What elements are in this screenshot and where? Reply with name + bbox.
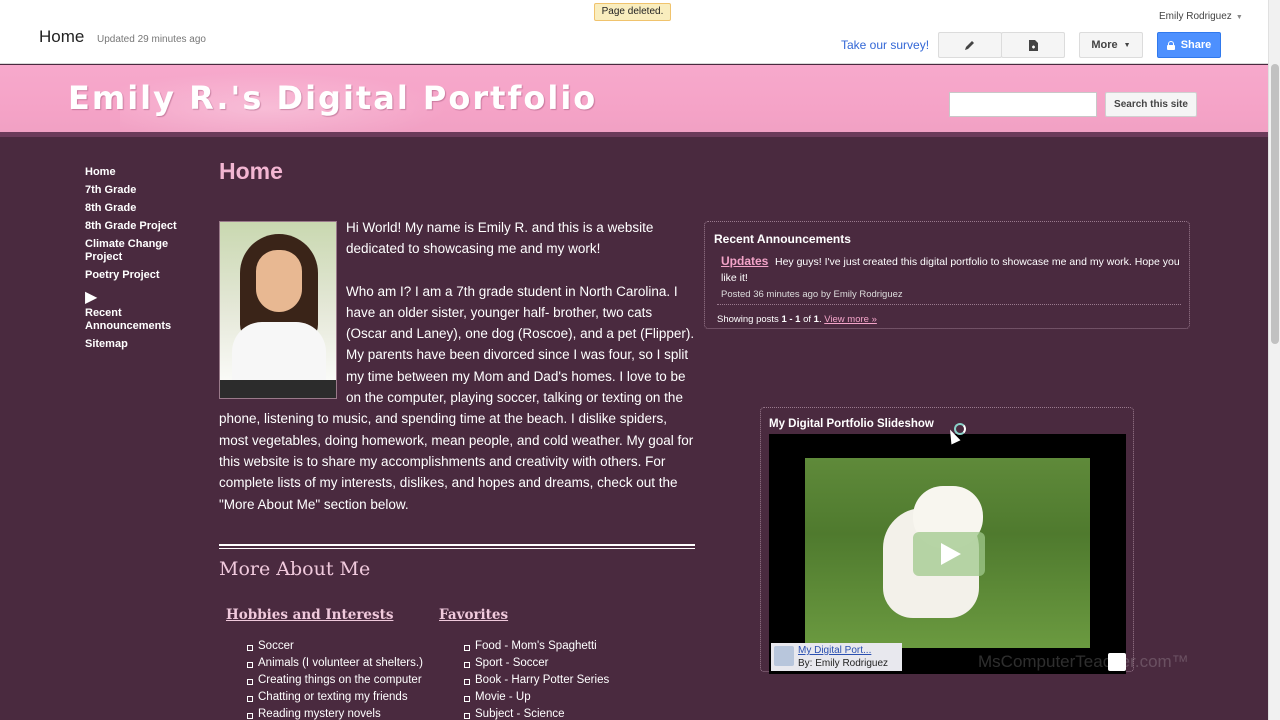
user-menu[interactable]: Emily Rodriguez ▼ (1159, 11, 1243, 22)
post-title-link[interactable]: Updates (721, 254, 768, 268)
main-heading: Home (219, 158, 283, 184)
top-bar: Home Updated 29 minutes ago Page deleted… (0, 0, 1268, 64)
hobbies-heading[interactable]: Hobbies and Interests (226, 607, 393, 623)
slideshow-gadget: My Digital Portfolio Slideshow My Digita… (760, 407, 1134, 674)
chevron-down-icon: ▼ (1235, 14, 1243, 21)
sidebar-item-climate-change-project[interactable]: Climate Change Project (85, 238, 185, 264)
pencil-icon (965, 41, 974, 50)
more-button[interactable]: More ▼ (1079, 32, 1143, 58)
updated-timestamp: Updated 29 minutes ago (97, 34, 206, 45)
list-item: Food - Mom's Spaghetti (464, 638, 609, 655)
header-bottom-strip (0, 132, 1268, 137)
sidebar-nav: Home 7th Grade 8th Grade 8th Grade Proje… (85, 166, 185, 356)
edit-page-button[interactable] (938, 32, 1002, 58)
view-more-link[interactable]: View more » (824, 314, 877, 325)
site-search-input[interactable] (949, 92, 1097, 117)
new-page-icon (1028, 39, 1038, 51)
avatar (774, 646, 794, 666)
survey-link[interactable]: Take our survey! (841, 38, 929, 52)
section-divider (219, 544, 695, 549)
slideshow-frame: My Digital Port... By: Emily Rodriguez (769, 434, 1126, 674)
list-item: Book - Harry Potter Series (464, 672, 609, 689)
sidebar-item-poetry-project[interactable]: Poetry Project (85, 269, 185, 282)
post-body: Hey guys! I've just created this digital… (721, 256, 1180, 284)
chevron-down-icon: ▼ (1123, 41, 1131, 49)
site-header: Emily R.'s Digital Portfolio Search this… (0, 65, 1268, 137)
slideshow-author: By: Emily Rodriguez (798, 658, 889, 669)
more-label: More (1091, 39, 1118, 51)
favorites-heading[interactable]: Favorites (439, 607, 508, 623)
share-label: Share (1180, 39, 1212, 51)
announcements-divider (717, 304, 1181, 305)
watermark: MsComputerTeacher.com™ (978, 652, 1189, 671)
favorites-list: Food - Mom's Spaghetti Sport - Soccer Bo… (464, 638, 609, 720)
sidebar-item-sitemap[interactable]: Sitemap (85, 338, 185, 351)
showing-posts: Showing posts 1 - 1 of 1. View more » (717, 314, 877, 325)
sidebar-item-recent-announcements[interactable]: Recent Announcements (85, 307, 185, 333)
page-scrollbar[interactable] (1268, 0, 1280, 720)
sidebar-item-home[interactable]: Home (85, 166, 185, 179)
sidebar-item-8th-grade[interactable]: 8th Grade (85, 202, 185, 215)
post-meta: Posted 36 minutes ago by Emily Rodriguez (721, 289, 903, 300)
slideshow-title: My Digital Portfolio Slideshow (769, 418, 934, 430)
play-icon[interactable] (913, 532, 985, 576)
list-item: Subject - Science (464, 706, 609, 720)
hobbies-list: Soccer Animals (I volunteer at shelters.… (247, 638, 423, 720)
slideshow-album-link[interactable]: My Digital Port... (798, 645, 871, 656)
sidebar-item-recent-announcements-wrap: ▶ Recent Announcements (85, 287, 185, 333)
more-about-me-heading: More About Me (219, 558, 371, 580)
list-item: Chatting or texting my friends (247, 689, 423, 706)
slide-caption: My Digital Port... By: Emily Rodriguez (771, 643, 902, 671)
share-button[interactable]: Share (1157, 32, 1221, 58)
user-name: Emily Rodriguez (1159, 11, 1232, 22)
search-site-button[interactable]: Search this site (1105, 92, 1197, 117)
recent-announcements-gadget: Recent Announcements Hey guys! I've just… (704, 221, 1190, 329)
page-title: Home (39, 27, 85, 46)
scrollbar-thumb[interactable] (1271, 64, 1279, 344)
intro-text: Hi World! My name is Emily R. and this i… (219, 217, 695, 536)
list-item: Creating things on the computer (247, 672, 423, 689)
sidebar-item-7th-grade[interactable]: 7th Grade (85, 184, 185, 197)
list-item: Animals (I volunteer at shelters.) (247, 655, 423, 672)
site-title[interactable]: Emily R.'s Digital Portfolio (68, 79, 597, 117)
announcements-title: Recent Announcements (714, 232, 851, 246)
list-item: Movie - Up (464, 689, 609, 706)
new-page-button[interactable] (1001, 32, 1065, 58)
expand-arrow-icon[interactable]: ▶ (85, 289, 97, 306)
list-item: Sport - Soccer (464, 655, 609, 672)
slide-image-puppy[interactable] (805, 458, 1090, 648)
sidebar-item-8th-grade-project[interactable]: 8th Grade Project (85, 220, 185, 233)
list-item: Reading mystery novels (247, 706, 423, 720)
list-item: Soccer (247, 638, 423, 655)
lock-icon (1166, 40, 1175, 50)
page-deleted-toast: Page deleted. (594, 3, 671, 21)
